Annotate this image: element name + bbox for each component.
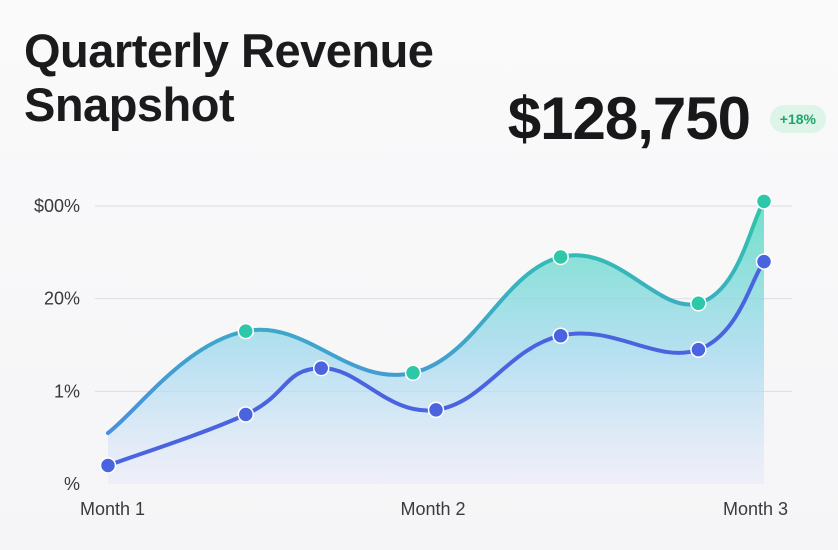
data-point-top bbox=[690, 295, 707, 312]
data-point-bottom bbox=[99, 457, 117, 474]
y-tick-label: % bbox=[64, 474, 80, 494]
data-point-top bbox=[755, 193, 773, 210]
y-tick-label: 20% bbox=[44, 289, 80, 309]
x-tick-label: Month 1 bbox=[80, 499, 145, 519]
data-point-top bbox=[552, 248, 569, 266]
y-axis-labels: $00% 20% 1%% bbox=[34, 196, 80, 494]
data-point-top bbox=[237, 322, 255, 340]
area-under-top-series bbox=[108, 201, 764, 484]
data-point-bottom bbox=[690, 341, 707, 358]
data-point-bottom bbox=[755, 253, 773, 270]
data-point-bottom bbox=[312, 359, 330, 377]
y-tick-label: $00% bbox=[34, 196, 80, 216]
x-tick-label: Month 2 bbox=[400, 499, 465, 519]
x-tick-label: Month 3 bbox=[723, 499, 788, 519]
data-point-top bbox=[404, 364, 422, 382]
x-axis-labels: Month 1 Month 2 Month 3 bbox=[80, 499, 788, 519]
data-point-bottom bbox=[427, 401, 445, 419]
area-fill bbox=[108, 201, 764, 484]
data-point-bottom bbox=[237, 406, 255, 423]
page: Quarterly Revenue Snapshot $128,750 +18%… bbox=[0, 0, 838, 550]
revenue-chart: $00% 20% 1%% Month 1 Month 2 Month 3 bbox=[34, 193, 792, 519]
y-tick-label: 1% bbox=[54, 381, 80, 401]
data-point-bottom bbox=[552, 327, 569, 344]
